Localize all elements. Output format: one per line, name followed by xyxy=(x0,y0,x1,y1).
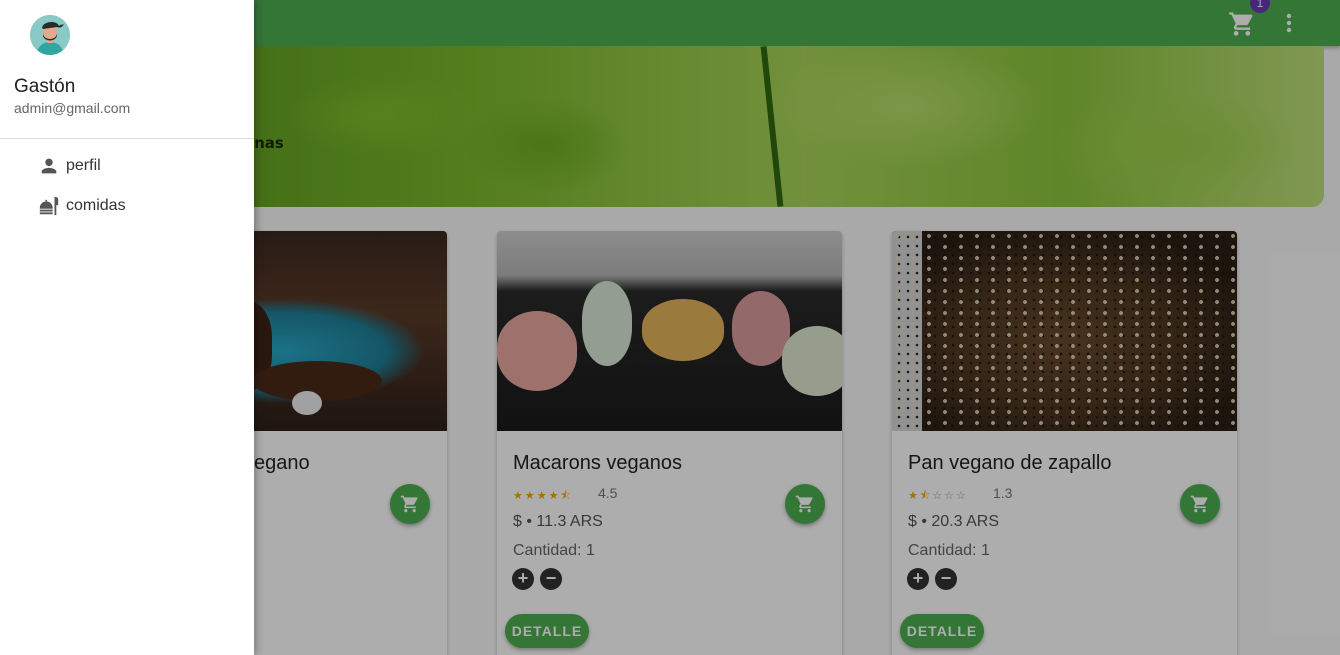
navigation-drawer: Gastón admin@gmail.com perfil comidas xyxy=(0,0,254,655)
user-name: Gastón xyxy=(14,76,76,97)
nav-item-label: comidas xyxy=(66,197,126,214)
avatar[interactable] xyxy=(30,15,70,55)
food-icon xyxy=(38,195,60,217)
user-email: admin@gmail.com xyxy=(14,100,131,116)
nav-item-label: perfil xyxy=(66,157,101,174)
drawer-divider xyxy=(0,138,254,139)
nav-item-perfil[interactable]: perfil xyxy=(36,151,236,181)
person-icon xyxy=(38,155,60,177)
nav-item-comidas[interactable]: comidas xyxy=(36,191,236,221)
